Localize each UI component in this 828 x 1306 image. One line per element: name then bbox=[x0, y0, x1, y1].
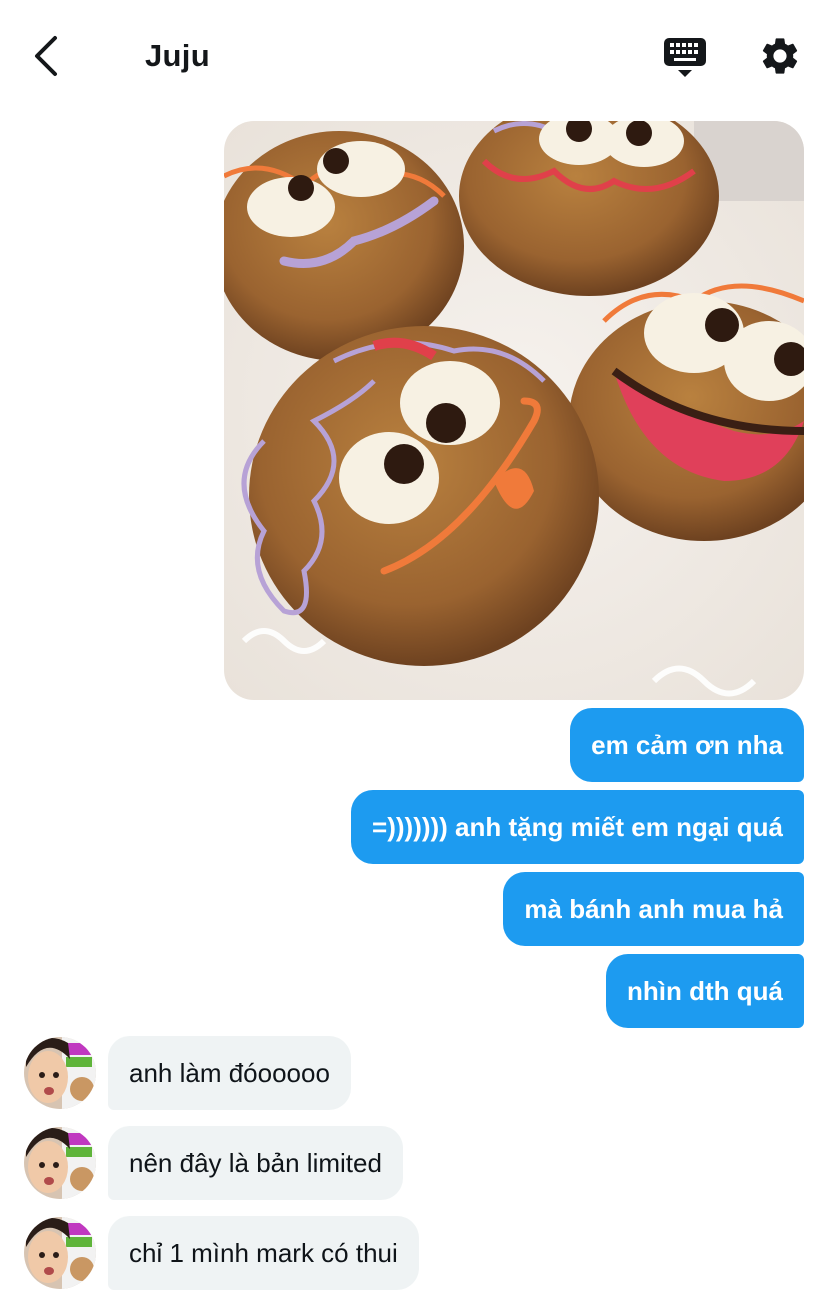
received-message-bubble[interactable]: nên đây là bản limited bbox=[108, 1126, 403, 1200]
avatar-image bbox=[24, 1127, 96, 1199]
settings-button[interactable] bbox=[758, 34, 802, 78]
message-text: nhìn dth quá bbox=[627, 975, 783, 1006]
back-button[interactable] bbox=[28, 34, 64, 78]
received-message-bubble[interactable]: anh làm đóooooo bbox=[108, 1036, 351, 1110]
avatar[interactable] bbox=[24, 1037, 96, 1109]
keyboard-button[interactable] bbox=[662, 34, 708, 80]
sent-message-bubble[interactable]: em cảm ơn nha bbox=[570, 708, 804, 782]
sent-photo-message[interactable] bbox=[224, 121, 804, 700]
message-text: anh làm đóooooo bbox=[129, 1057, 330, 1088]
conversation-title[interactable]: Juju bbox=[145, 38, 210, 74]
message-text: nên đây là bản limited bbox=[129, 1147, 382, 1178]
conversation-header: Juju bbox=[0, 0, 828, 110]
message-text: em cảm ơn nha bbox=[591, 729, 783, 760]
message-text: mà bánh anh mua hả bbox=[524, 893, 783, 924]
cookie-photo bbox=[224, 121, 804, 700]
received-message-bubble[interactable]: chỉ 1 mình mark có thui bbox=[108, 1216, 419, 1290]
chevron-left-icon bbox=[35, 36, 57, 76]
received-message-row: nên đây là bản limited bbox=[24, 1126, 403, 1200]
avatar-image bbox=[24, 1217, 96, 1289]
keyboard-icon bbox=[664, 38, 706, 77]
avatar[interactable] bbox=[24, 1127, 96, 1199]
message-text: =))))))) anh tặng miết em ngại quá bbox=[372, 811, 783, 842]
avatar-image bbox=[24, 1037, 96, 1109]
received-message-row: chỉ 1 mình mark có thui bbox=[24, 1216, 419, 1290]
sent-message-bubble[interactable]: =))))))) anh tặng miết em ngại quá bbox=[351, 790, 804, 864]
received-message-row: anh làm đóooooo bbox=[24, 1036, 351, 1110]
sent-message-bubble[interactable]: mà bánh anh mua hả bbox=[503, 872, 804, 946]
gear-icon bbox=[762, 38, 798, 74]
sent-message-bubble[interactable]: nhìn dth quá bbox=[606, 954, 804, 1028]
avatar[interactable] bbox=[24, 1217, 96, 1289]
message-text: chỉ 1 mình mark có thui bbox=[129, 1237, 398, 1268]
